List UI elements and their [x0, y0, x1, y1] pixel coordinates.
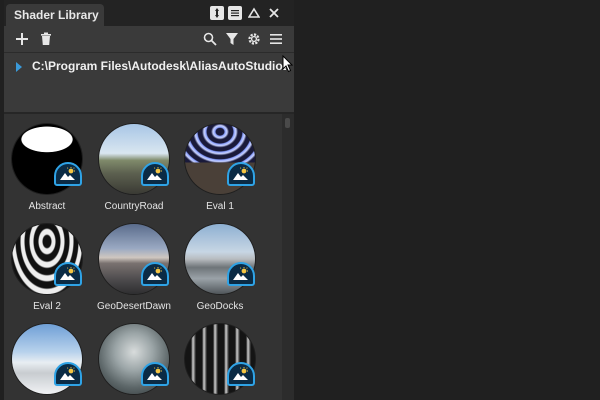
environment-badge-icon: [54, 262, 82, 286]
shader-grid: Abstract CountryRoad Eval 1 Eval 2 GeoDe…: [4, 114, 294, 400]
pin-icon[interactable]: [210, 6, 224, 20]
environment-badge-icon: [141, 262, 169, 286]
mouse-cursor-icon: [282, 54, 294, 78]
filter-icon[interactable]: [224, 30, 240, 48]
path-row[interactable]: C:\Program Files\Autodesk\AliasAutoStudi…: [4, 57, 294, 77]
shader-item-eval-2[interactable]: Eval 2: [7, 216, 87, 316]
panel-titlebar: Shader Library: [4, 0, 294, 26]
environment-badge-icon: [227, 362, 255, 386]
tab-shader-library[interactable]: Shader Library: [6, 4, 104, 26]
maximize-icon[interactable]: [246, 5, 262, 21]
library-toolbar: [4, 26, 294, 52]
shader-item[interactable]: [94, 316, 174, 400]
menu-icon[interactable]: [228, 6, 242, 20]
window-controls: [210, 5, 282, 21]
shader-label: GeoDesertDawn: [97, 301, 171, 312]
shader-item-geodesertdawn[interactable]: GeoDesertDawn: [94, 216, 174, 316]
shader-label: GeoDocks: [196, 301, 244, 312]
environment-badge-icon: [227, 262, 255, 286]
shader-item-abstract[interactable]: Abstract: [7, 116, 87, 216]
vertical-scrollbar[interactable]: [282, 114, 294, 400]
environment-badge-icon: [54, 162, 82, 186]
close-icon[interactable]: [266, 5, 282, 21]
shader-label: Eval 2: [33, 301, 61, 312]
shader-item-geodocks[interactable]: GeoDocks: [180, 216, 260, 316]
list-menu-icon[interactable]: [268, 30, 284, 48]
shader-item-countryroad[interactable]: CountryRoad: [94, 116, 174, 216]
search-icon[interactable]: [202, 30, 218, 48]
environment-badge-icon: [141, 162, 169, 186]
shader-item[interactable]: [7, 316, 87, 400]
library-path: C:\Program Files\Autodesk\AliasAutoStudi…: [32, 59, 286, 73]
shader-item-eval-1[interactable]: Eval 1: [180, 116, 260, 216]
environment-badge-icon: [227, 162, 255, 186]
shader-item[interactable]: [180, 316, 260, 400]
shader-label: Eval 1: [206, 201, 234, 212]
path-tree: C:\Program Files\Autodesk\AliasAutoStudi…: [4, 52, 294, 113]
environment-badge-icon: [141, 362, 169, 386]
settings-icon[interactable]: [246, 30, 262, 48]
expand-arrow-icon[interactable]: [16, 62, 22, 72]
scrollbar-thumb[interactable]: [285, 118, 290, 128]
add-icon[interactable]: [14, 30, 30, 48]
delete-icon[interactable]: [38, 30, 54, 48]
environment-badge-icon: [54, 362, 82, 386]
shader-label: Abstract: [28, 201, 66, 212]
shader-label: CountryRoad: [104, 201, 164, 212]
shader-library-panel: Shader Library C:\Program Files\Autodesk…: [4, 0, 294, 400]
